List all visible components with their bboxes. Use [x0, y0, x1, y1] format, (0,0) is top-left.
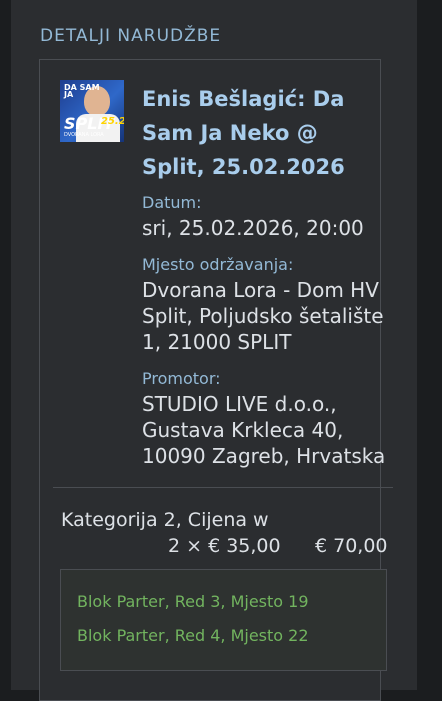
divider [53, 487, 393, 488]
poster-subtitle: DVORANA LORA [64, 132, 104, 138]
venue-label: Mjesto održavanja: [142, 255, 294, 274]
promoter-value: STUDIO LIVE d.o.o., Gustava Krkleca 40, … [142, 392, 386, 468]
poster-date: 25.2 [101, 116, 124, 127]
event-poster-image[interactable]: DA SAM JA SPLIT 25.2 DVORANA LORA [60, 80, 124, 142]
seat-list: Blok Parter, Red 3, Mjesto 19 Blok Parte… [60, 569, 387, 671]
date-label: Datum: [142, 193, 202, 212]
section-title: DETALJI NARUDŽBE [40, 26, 222, 46]
ticket-quantity-price: 2 × € 35,00 [168, 535, 281, 557]
seat-item: Blok Parter, Red 4, Mjesto 22 [77, 626, 309, 645]
seat-item: Blok Parter, Red 3, Mjesto 19 [77, 592, 309, 611]
date-value: sri, 25.02.2026, 20:00 [142, 216, 364, 240]
event-title[interactable]: Enis Bešlagić: Da Sam Ja Neko @ Split, 2… [142, 82, 378, 184]
promoter-label: Promotor: [142, 369, 221, 388]
poster-text-2: JA [64, 90, 74, 99]
venue-value: Dvorana Lora - Dom HV Split, Poljudsko š… [142, 278, 384, 354]
ticket-category: Kategorija 2, Cijena w [61, 509, 269, 531]
ticket-total: € 70,00 [315, 535, 388, 557]
